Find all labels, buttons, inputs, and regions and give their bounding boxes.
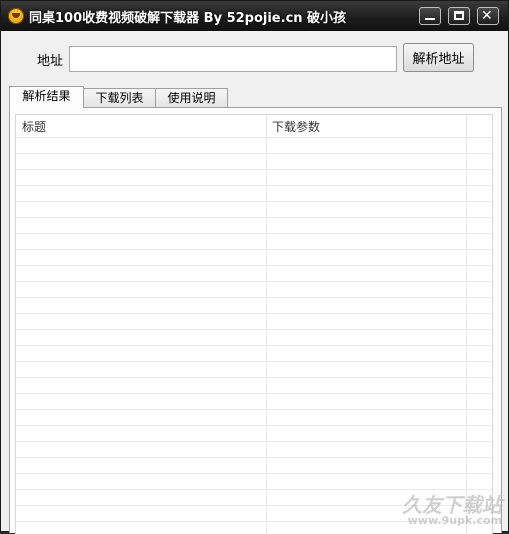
empty-table-row [16,154,492,170]
tab-panel-parse-results: 标题 下载参数 [9,107,502,534]
maximize-icon [454,11,464,20]
results-table[interactable]: 标题 下载参数 [15,114,493,534]
tab-parse-results[interactable]: 解析结果 [9,86,84,108]
empty-table-row [16,250,492,266]
empty-table-row [16,442,492,458]
address-label: 地址 [37,54,64,69]
minimize-icon [425,18,435,20]
watermark-text: 久友下载站 [402,493,502,517]
column-header-download-params[interactable]: 下载参数 [272,118,320,135]
address-input[interactable] [69,46,397,72]
empty-table-row [16,378,492,394]
empty-table-row [16,266,492,282]
app-window: 同桌100收费视频破解下载器 By 52pojie.cn 破小孩 ✕ 地址 解析… [0,0,509,534]
empty-table-row [16,410,492,426]
empty-table-row [16,362,492,378]
app-logo-icon [8,8,24,24]
watermark-url: www.9upk.com [407,514,502,527]
parse-address-button[interactable]: 解析地址 [403,43,474,72]
minimize-button[interactable] [419,7,441,25]
watermark: 久友下载站 www.9upk.com [402,495,502,527]
empty-table-row [16,298,492,314]
empty-table-row [16,138,492,154]
tab-usage-instructions[interactable]: 使用说明 [155,88,228,108]
empty-table-row [16,458,492,474]
empty-table-row [16,346,492,362]
empty-table-row [16,282,492,298]
empty-table-row [16,170,492,186]
empty-table-row [16,394,492,410]
empty-table-row [16,218,492,234]
maximize-button[interactable] [448,7,470,25]
empty-table-row [16,202,492,218]
window-title: 同桌100收费视频破解下载器 By 52pojie.cn 破小孩 [29,11,347,26]
empty-table-row [16,474,492,490]
empty-table-row [16,330,492,346]
empty-table-row [16,314,492,330]
empty-table-row [16,186,492,202]
empty-table-row [16,426,492,442]
empty-table-row [16,234,492,250]
close-icon: ✕ [481,8,493,24]
title-bar[interactable]: 同桌100收费视频破解下载器 By 52pojie.cn 破小孩 ✕ [1,1,508,31]
table-header: 标题 下载参数 [16,115,492,138]
close-button[interactable]: ✕ [477,7,499,25]
tab-download-list[interactable]: 下载列表 [83,88,156,108]
column-header-title[interactable]: 标题 [22,118,46,135]
